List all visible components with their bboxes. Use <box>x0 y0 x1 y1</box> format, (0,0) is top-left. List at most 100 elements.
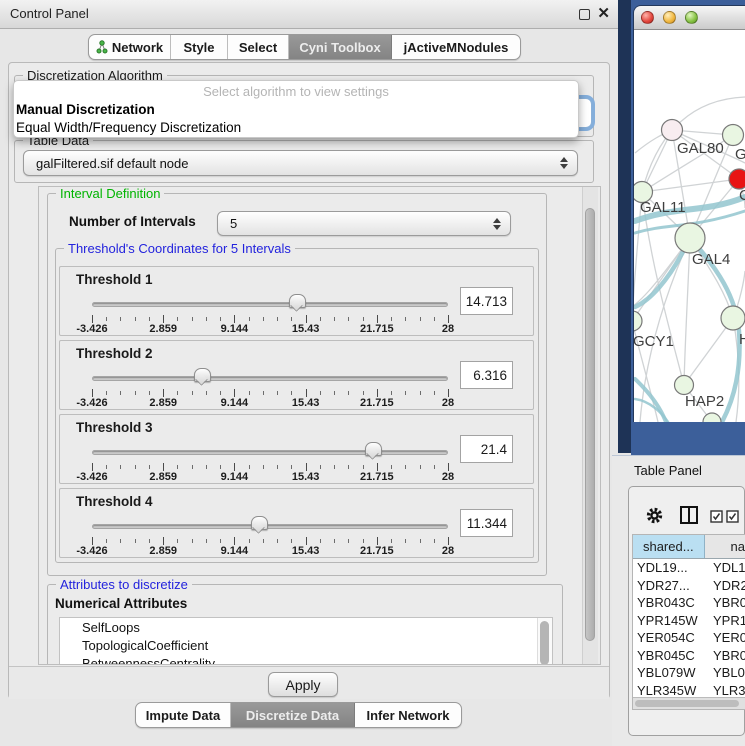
tab-discretize-data[interactable]: Discretize Data <box>231 703 355 727</box>
slider-knob[interactable] <box>194 368 211 382</box>
network-node-label: C <box>739 187 745 204</box>
tab-impute-data[interactable]: Impute Data <box>136 703 231 727</box>
slider-track[interactable] <box>92 302 448 307</box>
zoom-traffic-light-icon[interactable] <box>685 11 698 24</box>
threshold-value-field[interactable]: 21.4 <box>460 435 513 463</box>
threshold-slider[interactable] <box>92 441 448 463</box>
tick-mark <box>206 391 207 395</box>
slider-knob[interactable] <box>251 516 268 530</box>
table-data-combobox[interactable]: galFiltered.sif default node <box>23 150 578 176</box>
threshold-slider[interactable] <box>92 367 448 389</box>
network-window-titlebar[interactable] <box>634 6 745 30</box>
table-row[interactable]: YDR27...YDR2 <box>633 577 745 595</box>
tab-network[interactable]: Network <box>89 35 171 59</box>
table-row[interactable]: YPR145WYPR1 <box>633 612 745 630</box>
threshold-value-field[interactable]: 14.713 <box>460 287 513 315</box>
numerical-attributes-label: Numerical Attributes <box>55 596 187 611</box>
panel-divider[interactable] <box>618 0 631 453</box>
tick-mark <box>320 539 321 543</box>
tick-label: 28 <box>442 397 454 409</box>
tick-mark <box>192 317 193 321</box>
attribute-list-item[interactable]: SelfLoops <box>60 618 552 636</box>
dropdown-option-manual[interactable]: Manual Discretization <box>14 101 578 119</box>
slider-knob[interactable] <box>365 442 382 456</box>
float-window-icon[interactable] <box>579 9 590 20</box>
tick-mark <box>448 389 449 397</box>
threshold-slider[interactable] <box>92 515 448 537</box>
network-node[interactable] <box>729 169 745 189</box>
close-traffic-light-icon[interactable] <box>641 11 654 24</box>
attribute-list-item[interactable]: BetweennessCentrality <box>60 654 552 665</box>
tab-label: Cyni Toolbox <box>299 40 380 55</box>
number-of-intervals-combobox[interactable]: 5 <box>217 211 511 236</box>
attributes-scrollbar[interactable] <box>537 618 552 665</box>
tab-label: Network <box>112 40 163 55</box>
tick-label: 2.859 <box>149 471 177 483</box>
slider-knob[interactable] <box>289 294 306 308</box>
network-node-label: GA <box>735 146 745 163</box>
table-row[interactable]: YBL079WYBL0 <box>633 664 745 682</box>
settings-scrollbar[interactable] <box>582 187 598 664</box>
table-row[interactable]: YDL19...YDL1 <box>633 559 745 577</box>
checkbox-icon[interactable] <box>710 510 723 523</box>
tick-mark <box>405 539 406 543</box>
attribute-list-item[interactable]: TopologicalCoefficient <box>60 636 552 654</box>
column-header-name[interactable]: na <box>705 535 745 558</box>
column-header-shared-name[interactable]: shared... <box>633 535 705 558</box>
tab-style[interactable]: Style <box>171 35 228 59</box>
network-node[interactable] <box>721 306 745 330</box>
tab-cyni-toolbox[interactable]: Cyni Toolbox <box>289 35 392 59</box>
slider-track[interactable] <box>92 450 448 455</box>
table-row[interactable]: YBR045CYBR0 <box>633 647 745 665</box>
threshold-value-field[interactable]: 11.344 <box>460 509 513 537</box>
network-edge[interactable] <box>642 179 739 192</box>
network-canvas[interactable]: GAL80GACGAL11GAL4GCY1HHAP2 <box>634 30 745 422</box>
network-node[interactable] <box>662 120 683 141</box>
slider-track[interactable] <box>92 524 448 529</box>
tick-mark <box>306 315 307 323</box>
table-data-value: galFiltered.sif default node <box>36 156 188 171</box>
scrollbar-thumb[interactable] <box>635 700 739 707</box>
tab-select[interactable]: Select <box>228 35 289 59</box>
network-node[interactable] <box>675 223 705 253</box>
table-row[interactable]: YER054CYER0 <box>633 629 745 647</box>
tick-mark <box>106 317 107 321</box>
tick-mark <box>206 317 207 321</box>
tab-label: jActiveMNodules <box>404 40 509 55</box>
dropdown-option-equal-width[interactable]: Equal Width/Frequency Discretization <box>14 119 578 137</box>
network-edge[interactable] <box>684 238 690 385</box>
apply-button[interactable]: Apply <box>268 672 338 697</box>
control-panel-titlebar: Control Panel ✕ <box>0 0 618 29</box>
tab-infer-network[interactable]: Infer Network <box>355 703 461 727</box>
table-row[interactable]: YBR043CYBR0 <box>633 594 745 612</box>
table-panel-section: Table Panel shared... na YDL19...YDL1YDR… <box>612 455 745 746</box>
threshold-value-field[interactable]: 6.316 <box>460 361 513 389</box>
network-node[interactable] <box>634 311 642 331</box>
tick-mark <box>135 317 136 321</box>
threshold-slider[interactable] <box>92 293 448 315</box>
tick-mark <box>234 315 235 323</box>
network-icon <box>96 40 108 54</box>
gear-icon[interactable] <box>645 506 664 525</box>
minimize-traffic-light-icon[interactable] <box>663 11 676 24</box>
scrollbar-thumb[interactable] <box>585 208 595 641</box>
split-columns-icon[interactable] <box>679 505 699 525</box>
table-horizontal-scrollbar[interactable] <box>633 697 745 709</box>
slider-track[interactable] <box>92 376 448 381</box>
network-node[interactable] <box>723 125 744 146</box>
algorithm-dropdown-list: Select algorithm to view settings Manual… <box>13 80 579 138</box>
tick-mark <box>363 539 364 543</box>
tick-mark <box>177 317 178 321</box>
network-window: GAL80GACGAL11GAL4GCY1HHAP2 <box>633 5 745 422</box>
cell-name: YPR1 <box>708 613 745 628</box>
close-icon[interactable]: ✕ <box>597 4 610 24</box>
network-node[interactable] <box>675 376 694 395</box>
tick-mark <box>249 465 250 469</box>
tick-mark <box>120 465 121 469</box>
network-edge[interactable] <box>642 192 684 385</box>
checkbox-icon[interactable] <box>726 510 739 523</box>
cell-shared-name: YDR27... <box>633 578 708 593</box>
tick-mark <box>291 391 292 395</box>
tick-label: 9.144 <box>221 471 249 483</box>
tab-jactivemnodules[interactable]: jActiveMNodules <box>392 35 520 59</box>
